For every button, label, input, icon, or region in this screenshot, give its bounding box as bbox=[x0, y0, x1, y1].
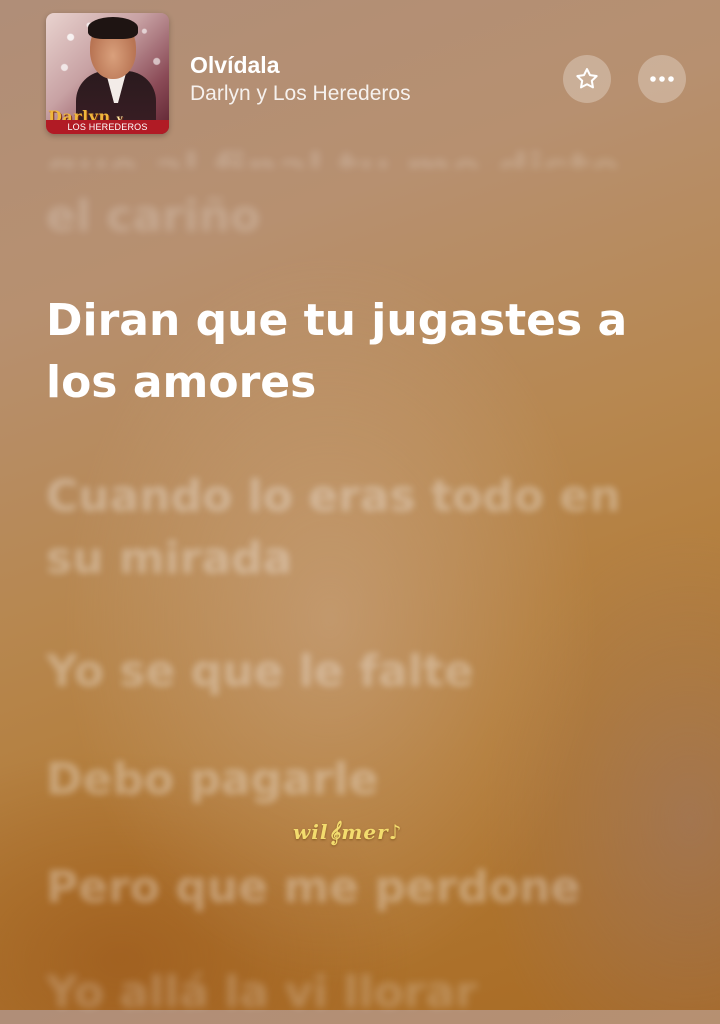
lyric-line-current[interactable]: Diran que tu jugastes a los amores bbox=[46, 290, 666, 414]
lyric-line-upcoming[interactable]: Yo allá la vi llorar bbox=[46, 962, 666, 1024]
lyric-line-upcoming[interactable]: Yo se que le falte bbox=[46, 641, 666, 703]
lyric-line-upcoming[interactable]: Cuando lo eras todo en su mirada bbox=[46, 466, 666, 590]
lyric-line-upcoming[interactable]: Debo pagarle bbox=[46, 749, 666, 811]
watermark: wil𝄞mer♪ bbox=[293, 820, 403, 844]
lyric-line-previous[interactable]: el cariño bbox=[46, 186, 666, 248]
lyrics-view: que al final tu me diste todo el cariño … bbox=[0, 0, 720, 1018]
lyric-line-partial[interactable]: que al final tu me diste todo bbox=[46, 150, 666, 168]
lyric-line-upcoming[interactable]: Pero que me perdone bbox=[46, 857, 666, 919]
